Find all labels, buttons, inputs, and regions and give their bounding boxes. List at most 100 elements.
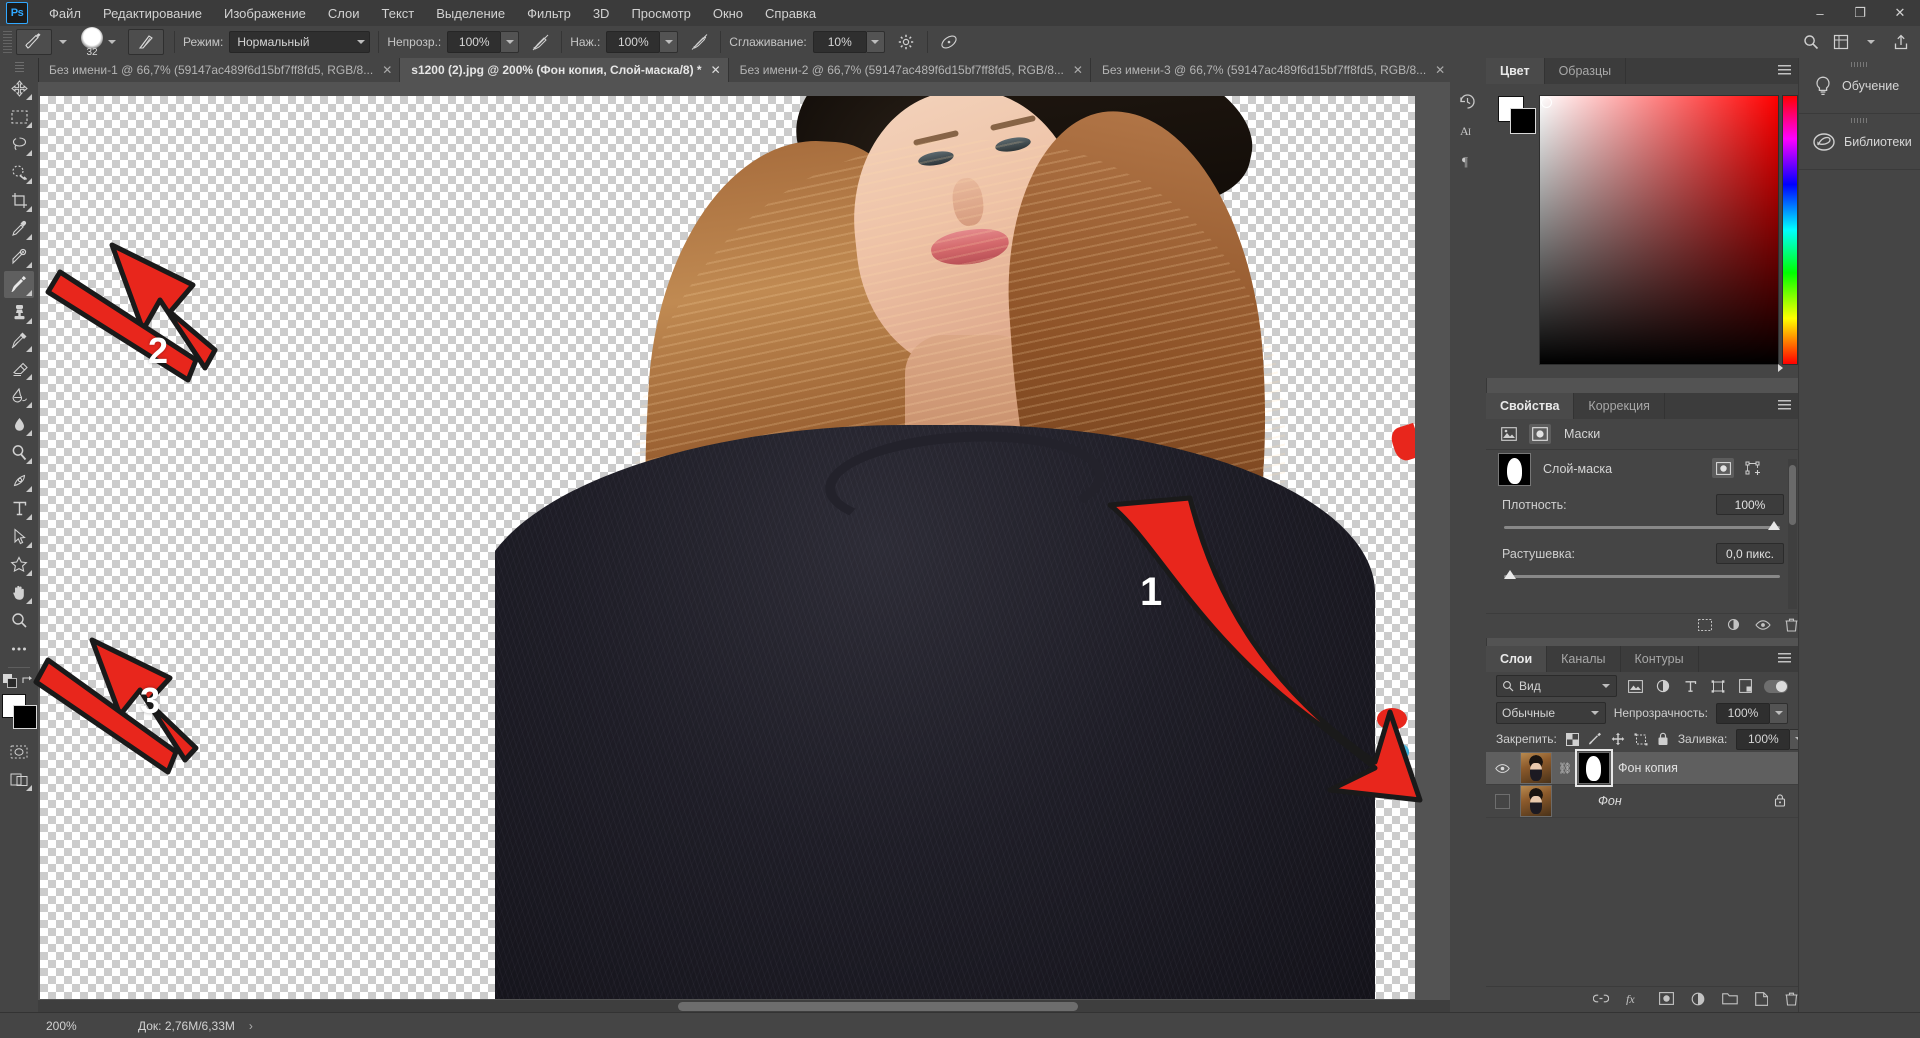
smoothing-control[interactable]: 10% xyxy=(812,31,885,53)
smoothing-chevron-down-icon[interactable] xyxy=(866,31,885,53)
layer-visibility-icon[interactable] xyxy=(1492,791,1512,811)
quick-selection-tool[interactable] xyxy=(4,159,34,186)
pressure-opacity-icon[interactable] xyxy=(527,30,553,54)
flow-control[interactable]: 100% xyxy=(606,31,679,53)
layer-opacity-value[interactable]: 100% xyxy=(1716,702,1770,724)
menu-text[interactable]: Текст xyxy=(371,2,426,25)
color-panel-swatches[interactable] xyxy=(1498,96,1536,134)
eraser-tool[interactable] xyxy=(4,355,34,382)
brush-size-preview[interactable]: 32 xyxy=(81,26,103,58)
libraries-panel-grip[interactable] xyxy=(1851,118,1869,123)
brush-tool[interactable] xyxy=(4,271,34,298)
menu-layers[interactable]: Слои xyxy=(317,2,371,25)
density-slider[interactable] xyxy=(1504,521,1780,530)
tab-swatches[interactable]: Образцы xyxy=(1544,58,1627,84)
filter-type-layers-icon[interactable] xyxy=(1681,676,1700,696)
paragraph-panel-icon[interactable]: ¶ xyxy=(1450,146,1484,176)
share-icon[interactable] xyxy=(1886,29,1916,55)
filter-pixel-layers-icon[interactable] xyxy=(1626,676,1645,696)
screen-mode-button[interactable] xyxy=(4,766,34,793)
layer-style-fx-icon[interactable]: fx xyxy=(1626,992,1642,1008)
color-panel-background-swatch[interactable] xyxy=(1510,108,1536,134)
history-brush-tool[interactable] xyxy=(4,327,34,354)
menu-edit[interactable]: Редактирование xyxy=(92,2,213,25)
filter-enable-toggle[interactable] xyxy=(1763,679,1789,693)
workspace-chevron-down-icon[interactable] xyxy=(1856,29,1886,55)
brush-settings-panel-icon[interactable] xyxy=(128,29,164,55)
discover-panel-grip[interactable] xyxy=(1851,62,1869,67)
brush-picker-chevron-down-icon[interactable] xyxy=(108,40,116,44)
delete-mask-trash-icon[interactable] xyxy=(1785,618,1798,635)
layer-blend-mode-select[interactable]: Обычные xyxy=(1496,702,1606,724)
eyedropper-tool[interactable] xyxy=(4,215,34,242)
density-value[interactable]: 100% xyxy=(1716,494,1784,515)
background-color-swatch[interactable] xyxy=(13,705,37,729)
tools-panel-grip[interactable] xyxy=(14,62,24,72)
hue-strip[interactable] xyxy=(1782,95,1798,365)
lock-artboard-nesting-icon[interactable] xyxy=(1634,729,1648,749)
tab-paths[interactable]: Контуры xyxy=(1620,646,1699,672)
flow-value[interactable]: 100% xyxy=(606,31,661,53)
opacity-value[interactable]: 100% xyxy=(447,31,502,53)
lock-position-move-icon[interactable] xyxy=(1611,729,1625,749)
smoothing-settings-gear-icon[interactable] xyxy=(893,30,919,54)
blur-tool[interactable] xyxy=(4,411,34,438)
minimize-button[interactable]: – xyxy=(1800,0,1840,26)
table-row[interactable]: ⛓ Фон копия xyxy=(1486,749,1798,787)
table-row[interactable]: Фон xyxy=(1486,785,1798,818)
clone-stamp-tool[interactable] xyxy=(4,299,34,326)
tab-properties[interactable]: Свойства xyxy=(1486,393,1575,419)
document-tab-1-close-icon[interactable]: ✕ xyxy=(382,64,392,76)
brush-tool-preset-icon[interactable] xyxy=(16,29,52,55)
layer-mask-thumbnail[interactable] xyxy=(1575,749,1613,787)
layer-fill-value[interactable]: 100% xyxy=(1736,728,1791,750)
feather-slider-handle[interactable] xyxy=(1504,570,1516,579)
new-layer-icon[interactable] xyxy=(1755,991,1769,1009)
layer-thumbnail[interactable] xyxy=(1520,752,1552,784)
smoothing-value[interactable]: 10% xyxy=(812,31,867,53)
vector-mask-icon[interactable] xyxy=(1529,424,1551,444)
layer-name[interactable]: Фон xyxy=(1598,794,1622,808)
custom-shape-tool[interactable] xyxy=(4,551,34,578)
feather-value[interactable]: 0,0 пикс. xyxy=(1716,543,1784,564)
pen-tool[interactable] xyxy=(4,467,34,494)
status-expand-icon[interactable]: › xyxy=(249,1019,253,1033)
zoom-level[interactable]: 200% xyxy=(46,1019,108,1033)
menu-select[interactable]: Выделение xyxy=(425,2,516,25)
tab-adjustments[interactable]: Коррекция xyxy=(1574,393,1665,419)
color-panel-menu-icon[interactable] xyxy=(1778,65,1791,76)
apply-mask-icon[interactable] xyxy=(1726,618,1741,634)
dodge-tool[interactable] xyxy=(4,439,34,466)
add-adjustment-layer-icon[interactable] xyxy=(1691,992,1705,1009)
layer-opacity-chevron-down-icon[interactable] xyxy=(1770,702,1788,724)
menu-help[interactable]: Справка xyxy=(754,2,827,25)
image-canvas[interactable] xyxy=(40,96,1415,999)
options-bar-grip[interactable] xyxy=(3,31,12,53)
layer-name[interactable]: Фон копия xyxy=(1618,761,1678,775)
blend-mode-select[interactable]: Нормальный xyxy=(229,31,371,53)
path-selection-tool[interactable] xyxy=(4,523,34,550)
lock-all-icon[interactable] xyxy=(1657,729,1669,749)
crop-tool[interactable] xyxy=(4,187,34,214)
layer-visibility-icon[interactable] xyxy=(1492,758,1512,778)
airbrush-icon[interactable] xyxy=(686,30,712,54)
move-tool[interactable] xyxy=(4,75,34,102)
flow-chevron-down-icon[interactable] xyxy=(660,31,679,53)
tab-layers[interactable]: Слои xyxy=(1486,646,1548,672)
filter-smart-objects-icon[interactable] xyxy=(1736,676,1755,696)
document-tab-3[interactable]: Без имени-2 @ 66,7% (59147ac489f6d15bf7f… xyxy=(728,58,1091,82)
history-panel-icon[interactable] xyxy=(1450,86,1484,116)
tab-channels[interactable]: Каналы xyxy=(1547,646,1621,672)
menu-3d[interactable]: 3D xyxy=(582,2,621,25)
opacity-chevron-down-icon[interactable] xyxy=(501,31,520,53)
mask-link-icon[interactable]: ⛓ xyxy=(1558,762,1572,775)
rectangular-marquee-tool[interactable] xyxy=(4,103,34,130)
filter-shape-layers-icon[interactable] xyxy=(1709,676,1728,696)
add-vector-mask-icon[interactable] xyxy=(1742,458,1764,478)
mask-selection-icon[interactable] xyxy=(1698,618,1712,634)
menu-image[interactable]: Изображение xyxy=(213,2,317,25)
document-tab-4-close-icon[interactable]: ✕ xyxy=(1435,64,1445,76)
spot-healing-brush-tool[interactable] xyxy=(4,243,34,270)
horizontal-type-tool[interactable] xyxy=(4,495,34,522)
layer-opacity-control[interactable]: 100% xyxy=(1716,702,1788,724)
